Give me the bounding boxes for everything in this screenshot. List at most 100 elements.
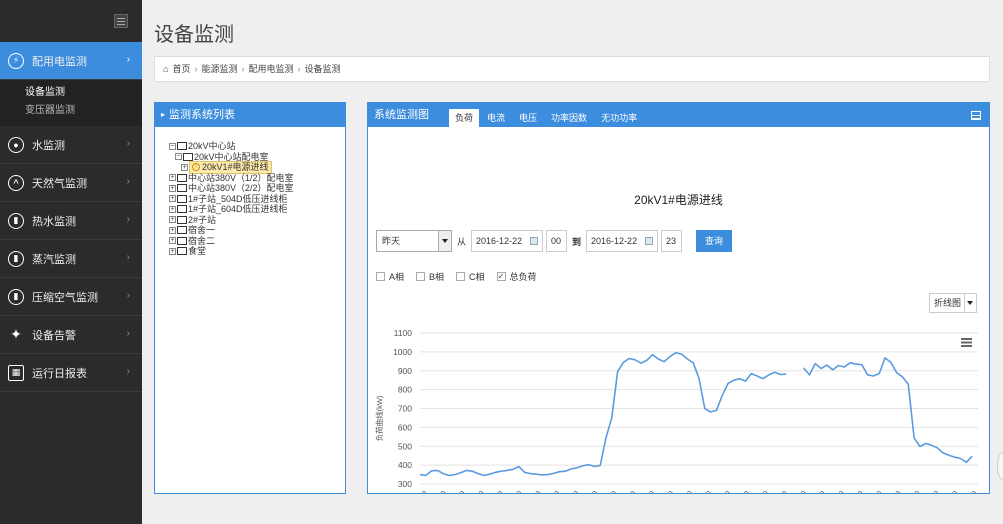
chevron-right-icon: ›	[126, 328, 130, 339]
expand-icon[interactable]: +	[169, 237, 176, 245]
breadcrumb-separator: ›	[241, 64, 245, 74]
tree-node-label: 宿舍二	[188, 235, 216, 246]
chevron-right-icon: ›	[126, 54, 130, 65]
info-icon: i	[192, 163, 200, 172]
expand-icon[interactable]: +	[169, 184, 176, 192]
breadcrumb: ⌂ 首页 › 能源监测 › 配用电监测 › 设备监测	[154, 56, 990, 82]
sidebar-item-label: 天然气监测	[32, 177, 87, 190]
tree-node[interactable]: − 20kV中心站	[169, 141, 345, 152]
system-monitor-panel: 系统监测图 负荷 电流 电压 功率因数 无功功率 20kV1#电源进线 昨天 从…	[367, 102, 990, 494]
sidebar-item-steam[interactable]: ▮ 蒸汽监测 ›	[0, 240, 142, 278]
tree-node-label: 20kV中心站	[188, 141, 236, 151]
folder-icon	[177, 236, 187, 245]
folder-icon	[177, 173, 187, 182]
breadcrumb-separator: ›	[194, 64, 198, 74]
sidebar-subitem-transformer-monitor[interactable]: 变压器监测	[0, 102, 142, 120]
sidebar-item-hot-water[interactable]: ▮ 热水监测 ›	[0, 202, 142, 240]
y-tick-label: 400	[398, 460, 412, 470]
sidebar-item-compressed-air[interactable]: ▮ 压缩空气监测 ›	[0, 278, 142, 316]
y-tick-label: 800	[398, 385, 412, 395]
tree-node[interactable]: + 中心站380V（2/2）配电室	[169, 183, 345, 194]
chevron-right-icon: ›	[126, 252, 130, 263]
expand-icon[interactable]: +	[169, 205, 176, 213]
expand-icon[interactable]: +	[169, 216, 176, 224]
y-tick-label: 1000	[393, 347, 412, 357]
home-icon[interactable]: ⌂	[163, 57, 168, 81]
breadcrumb-item-current: 设备监测	[304, 64, 341, 74]
lightning-icon: ⚡	[8, 52, 24, 69]
collapse-icon[interactable]: −	[175, 153, 182, 161]
sidebar-item-daily-report[interactable]: ▦ 运行日报表 ›	[0, 354, 142, 392]
folder-icon	[177, 194, 187, 203]
sidebar-item-gas[interactable]: ^ 天然气监测 ›	[0, 164, 142, 202]
breadcrumb-home[interactable]: 首页	[172, 57, 190, 81]
tree-node-label: 中心站380V（2/2）配电室	[188, 183, 294, 193]
sidebar-item-label: 配用电监测	[32, 55, 87, 68]
steam-icon: ▮	[8, 250, 24, 267]
folder-icon	[177, 226, 187, 235]
folder-icon	[177, 184, 187, 193]
chevron-right-icon: ›	[126, 366, 130, 377]
expand-icon[interactable]: +	[169, 247, 176, 255]
tree-node-label: 宿舍一	[188, 225, 216, 235]
tree-node[interactable]: + 宿舍二	[169, 236, 345, 247]
flame-icon: ^	[8, 174, 24, 191]
tree-node-label: 1#子站_504D低压进线柜	[188, 193, 288, 204]
expand-icon[interactable]: +	[169, 226, 176, 234]
tree-node[interactable]: + 食堂	[169, 246, 345, 257]
tree-node-label: 食堂	[188, 246, 207, 256]
chevron-right-icon: ›	[126, 176, 130, 187]
table-icon: ▦	[8, 364, 24, 381]
chevron-right-icon: ›	[126, 138, 130, 149]
hot-water-icon: ▮	[8, 212, 24, 229]
sidebar-item-label: 运行日报表	[32, 367, 87, 380]
tree-node[interactable]: +1#子站_604D低压进线柜	[169, 204, 345, 215]
page-title: 设备监测	[154, 24, 234, 46]
sidebar-item-label: 设备告警	[32, 329, 76, 342]
y-axis-label: 负荷曲线(kW)	[374, 395, 384, 441]
sidebar-toggle-icon[interactable]	[114, 14, 128, 28]
y-tick-label: 300	[398, 479, 412, 489]
expand-icon[interactable]: +	[169, 195, 176, 203]
sidebar-item-label: 蒸汽监测	[32, 253, 76, 266]
sidebar-item-label: 水监测	[32, 139, 65, 152]
x-tick-label: 22 00:00	[401, 489, 430, 494]
sidebar-submenu: 设备监测 变压器监测	[0, 80, 142, 126]
panel-title: 监测系统列表	[169, 109, 236, 121]
tree-node-label: 中心站380V（1/2）配电室	[188, 172, 294, 183]
monitor-system-list-panel: ▸ 监测系统列表 −20kV中心站 −20kV中心站配电室 + i 20kV1#电源进线…	[154, 102, 346, 494]
expand-icon[interactable]: +	[169, 174, 176, 182]
tree-node[interactable]: + 宿舍一	[169, 225, 345, 236]
sidebar-subitem-device-monitor[interactable]: 设备监测	[0, 84, 142, 102]
sidebar-item-alarm[interactable]: ✦ 设备告警 ›	[0, 316, 142, 354]
sidebar-item-label: 热水监测	[32, 215, 76, 228]
y-tick-label: 500	[398, 441, 412, 451]
device-tree: −20kV中心站 −20kV中心站配电室 + i 20kV1#电源进线 + 中心站380V（…	[155, 127, 345, 257]
folder-icon	[177, 215, 187, 224]
breadcrumb-item-energy[interactable]: 能源监测	[201, 57, 237, 81]
tree-node-label: 1#子站_604D低压进线柜	[188, 204, 288, 214]
tree-node[interactable]: +1#子站_504D低压进线柜	[169, 194, 345, 205]
tree-node[interactable]: + 中心站380V（1/2）配电室	[169, 173, 345, 184]
breadcrumb-separator: ›	[297, 64, 301, 74]
folder-icon	[177, 205, 187, 214]
y-tick-label: 1100	[394, 328, 413, 338]
sidebar-item-water[interactable]: ● 水监测 ›	[0, 126, 142, 164]
sidebar-item-power[interactable]: ⚡ 配用电监测 ›	[0, 42, 142, 80]
compressed-air-icon: ▮	[8, 288, 24, 305]
collapse-icon[interactable]: −	[169, 142, 176, 150]
sidebar-item-label: 压缩空气监测	[32, 291, 98, 304]
tree-node[interactable]: + i 20kV1#电源进线	[169, 161, 345, 174]
panel-header: ▸ 监测系统列表	[155, 103, 345, 127]
tree-node[interactable]: +2#子站	[169, 215, 345, 226]
folder-icon	[183, 152, 193, 161]
chevron-right-icon: ›	[126, 290, 130, 301]
alarm-icon: ✦	[10, 326, 22, 342]
expand-icon[interactable]: +	[181, 163, 188, 171]
scroll-handle[interactable]	[997, 452, 1003, 480]
tree-node-label: 2#子站	[188, 214, 217, 225]
sidebar-header	[0, 0, 142, 42]
y-tick-label: 600	[398, 422, 412, 432]
load-line-chart: 300 400 500 600 700 800 900 1000 1100 负荷曲线(kW) 22 …	[374, 328, 979, 494]
breadcrumb-item-power[interactable]: 配用电监测	[248, 57, 293, 81]
